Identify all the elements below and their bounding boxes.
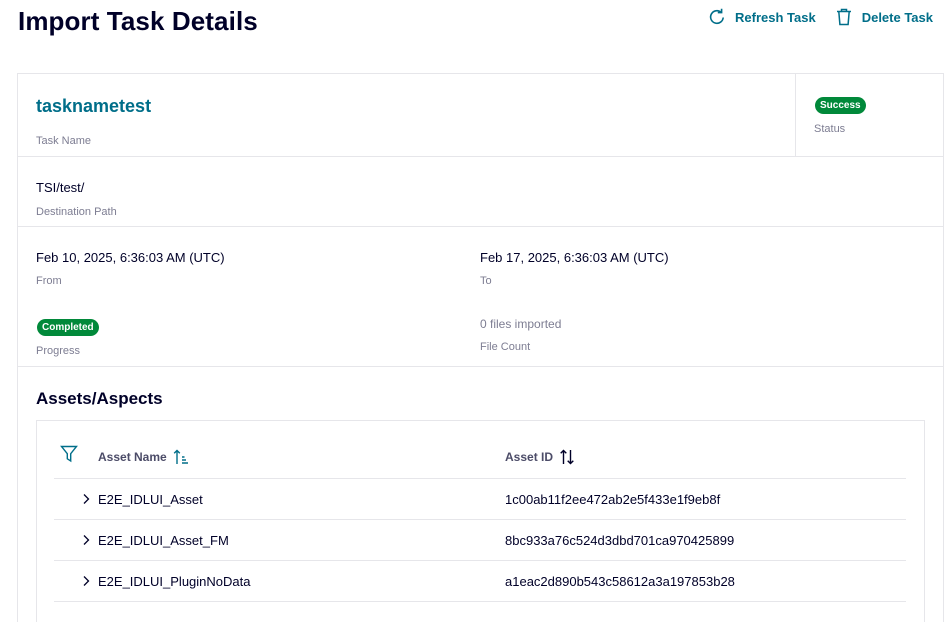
assets-section-title: Assets/Aspects <box>36 389 163 408</box>
destination-path-caption: Destination Path <box>36 206 117 218</box>
chevron-right-icon[interactable] <box>81 575 91 587</box>
trash-icon <box>836 8 851 26</box>
destination-path-value: TSI/test/ <box>36 180 85 195</box>
table-header: Asset Name Asset ID <box>54 421 906 479</box>
table-row[interactable]: E2E_IDLUI_Asset_FM 8bc933a76c524d3dbd701… <box>54 520 906 561</box>
page-title: Import Task Details <box>18 6 258 36</box>
header-actions: Refresh Task Delete Task <box>707 7 933 27</box>
file-count-value: 0 files imported <box>480 317 562 331</box>
refresh-task-button[interactable]: Refresh Task <box>707 7 816 27</box>
task-name-row: tasknametest Task Name Success Status <box>18 74 943 157</box>
task-name-value: tasknametest <box>36 96 152 116</box>
column-header-asset-name[interactable]: Asset Name <box>98 448 189 466</box>
task-details-card: tasknametest Task Name Success Status TS… <box>17 73 944 622</box>
progress-caption: Progress <box>36 345 81 357</box>
table-row[interactable]: E2E_IDLUI_Asset 1c00ab11f2ee472ab2e5f433… <box>54 479 906 520</box>
sort-ascending-icon[interactable] <box>173 448 189 466</box>
from-value: Feb 10, 2025, 6:36:03 AM (UTC) <box>36 250 225 265</box>
delete-task-button[interactable]: Delete Task <box>834 7 933 27</box>
to-caption: To <box>480 275 492 287</box>
asset-id-cell: 1c00ab11f2ee472ab2e5f433e1f9eb8f <box>505 492 721 507</box>
sort-icon[interactable] <box>559 448 575 466</box>
from-caption: From <box>36 275 62 287</box>
refresh-icon <box>709 8 725 25</box>
assets-table: Asset Name Asset ID E2E_IDLUI_Asset 1c00… <box>36 420 925 622</box>
column-header-asset-id[interactable]: Asset ID <box>505 448 575 466</box>
table-row[interactable]: E2E_IDLUI_PluginNoData a1eac2d890b543c58… <box>54 561 906 602</box>
file-count-caption: File Count <box>480 341 531 353</box>
status-column: Success Status <box>795 74 945 157</box>
asset-name-cell: E2E_IDLUI_Asset_FM <box>98 533 229 548</box>
filter-icon[interactable] <box>60 445 78 463</box>
asset-name-cell: E2E_IDLUI_PluginNoData <box>98 574 251 589</box>
delete-task-label: Delete Task <box>861 9 933 25</box>
asset-id-cell: 8bc933a76c524d3dbd701ca970425899 <box>505 533 735 548</box>
asset-id-header-label: Asset ID <box>505 450 554 464</box>
time-range-row: Feb 10, 2025, 6:36:03 AM (UTC) From Feb … <box>18 227 943 367</box>
to-value: Feb 17, 2025, 6:36:03 AM (UTC) <box>480 250 669 265</box>
status-caption: Status <box>814 123 846 135</box>
status-badge: Success <box>815 97 866 114</box>
task-name-caption: Task Name <box>36 135 92 147</box>
chevron-right-icon[interactable] <box>81 534 91 546</box>
refresh-task-label: Refresh Task <box>735 9 816 25</box>
asset-name-header-label: Asset Name <box>98 450 167 464</box>
chevron-right-icon[interactable] <box>81 493 91 505</box>
destination-row: TSI/test/ Destination Path <box>18 157 943 227</box>
asset-name-cell: E2E_IDLUI_Asset <box>98 492 203 507</box>
asset-id-cell: a1eac2d890b543c58612a3a197853b28 <box>505 574 735 589</box>
progress-badge: Completed <box>37 319 99 336</box>
